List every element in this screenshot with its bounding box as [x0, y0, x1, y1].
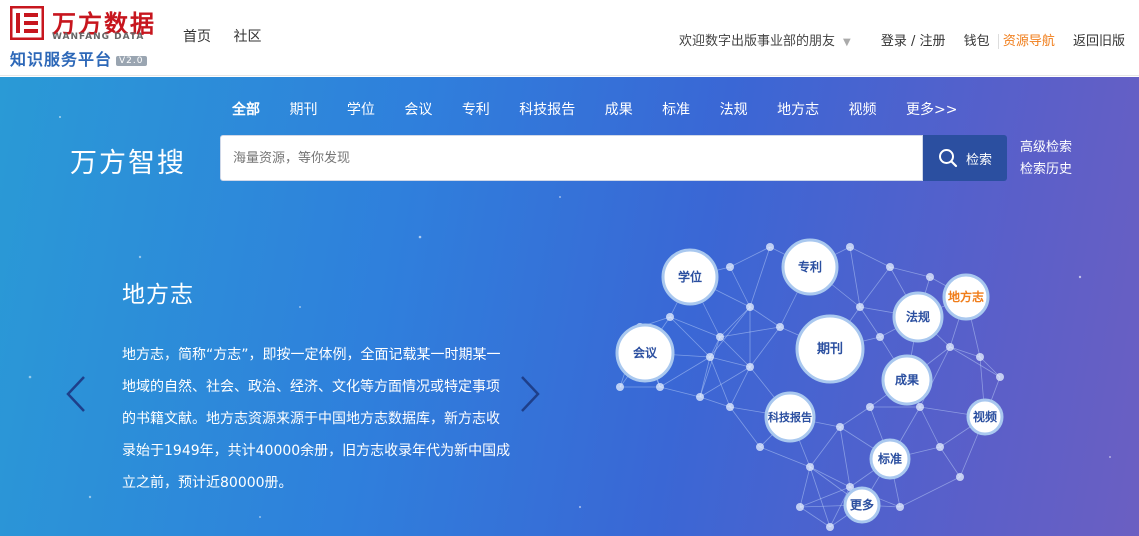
network-dot — [706, 353, 714, 361]
network-dot — [716, 333, 724, 341]
brain-node-regulation[interactable]: 法规 — [892, 291, 944, 343]
network-dot — [866, 403, 874, 411]
network-dot — [826, 523, 834, 531]
brain-node-tech-report[interactable]: 科技报告 — [764, 391, 816, 443]
brain-node-label: 地方志 — [948, 289, 984, 304]
version-badge: V2.0 — [116, 55, 147, 66]
advanced-search-link[interactable]: 高级检索 — [1020, 137, 1072, 159]
network-dot — [876, 333, 884, 341]
network-dot — [656, 383, 664, 391]
search-links: 高级检索 检索历史 — [1020, 137, 1072, 181]
network-dot — [946, 343, 954, 351]
brain-node-conference[interactable]: 会议 — [615, 323, 675, 383]
old-version-link[interactable]: 返回旧版 — [1073, 34, 1125, 49]
brain-node-video[interactable]: 视频 — [966, 398, 1004, 436]
search-box — [220, 135, 923, 181]
resource-nav-link[interactable]: 资源导航 — [997, 34, 1055, 49]
brain-node-label: 期刊 — [817, 342, 843, 357]
brain-node-label: 学位 — [678, 269, 702, 284]
brain-node-local-chronicle[interactable]: 地方志 — [942, 273, 990, 321]
brain-node-label: 视频 — [973, 409, 997, 424]
feature-title: 地方志 — [122, 282, 194, 308]
network-dot — [756, 443, 764, 451]
caret-down-icon: ▼ — [843, 37, 851, 48]
network-dot — [836, 423, 844, 431]
tab-more[interactable]: 更多>> — [906, 102, 957, 118]
network-dot — [776, 323, 784, 331]
network-dot — [796, 503, 804, 511]
network-dot — [806, 463, 814, 471]
tab-conference[interactable]: 会议 — [404, 102, 432, 118]
tab-journal[interactable]: 期刊 — [289, 102, 317, 118]
resource-brain-network: 学位 专利地方志法规会议 期刊成果科技报告 视频标准更多 — [615, 238, 1004, 531]
tab-all[interactable]: 全部 — [232, 102, 260, 118]
network-dot — [616, 383, 624, 391]
wanfang-logo-icon — [10, 6, 44, 40]
tab-tech-report[interactable]: 科技报告 — [519, 102, 575, 118]
tab-achievement[interactable]: 成果 — [605, 102, 633, 118]
network-dot — [746, 303, 754, 311]
brain-node-standard[interactable]: 标准 — [869, 438, 911, 480]
brain-node-label: 会议 — [633, 345, 658, 360]
tab-standard[interactable]: 标准 — [662, 102, 690, 118]
network-dot — [726, 263, 734, 271]
welcome-text: 欢迎数字出版事业部的朋友 — [679, 34, 836, 49]
search-icon — [938, 149, 958, 168]
nav-community[interactable]: 社区 — [233, 29, 261, 45]
chevron-right-icon[interactable] — [518, 374, 542, 414]
search-button[interactable]: 检索 — [923, 135, 1007, 181]
brain-node-label: 法规 — [906, 309, 930, 324]
network-dot — [936, 443, 944, 451]
network-dot — [956, 473, 964, 481]
tab-degree[interactable]: 学位 — [347, 102, 375, 118]
wallet-link[interactable]: 钱包 — [964, 34, 990, 49]
feature-description: 地方志，简称“方志”，即按一定体例，全面记载某一时期某一地域的自然、社会、政治、… — [122, 347, 511, 491]
brain-node-patent[interactable]: 专利 — [781, 238, 839, 296]
network-dot — [926, 273, 934, 281]
tab-regulation[interactable]: 法规 — [720, 102, 748, 118]
network-dot — [846, 243, 854, 251]
network-dot — [896, 503, 904, 511]
network-dot — [996, 373, 1004, 381]
network-dot — [726, 403, 734, 411]
network-dot — [746, 363, 754, 371]
top-nav: 首页 社区 — [183, 26, 279, 46]
brain-node-label: 成果 — [895, 372, 919, 387]
logo-english-name: WANFANG DATA — [52, 32, 145, 42]
network-dot — [766, 243, 774, 251]
network-dot — [696, 393, 704, 401]
search-history-link[interactable]: 检索历史 — [1020, 159, 1072, 181]
network-dot — [856, 303, 864, 311]
brain-node-label: 科技报告 — [768, 410, 812, 424]
search-banner: 全部 期刊 学位 会议 专利 科技报告 成果 标准 法规 地方志 视频 更多>>… — [0, 77, 1139, 536]
brain-node-label: 标准 — [877, 451, 902, 466]
category-tabs: 全部 期刊 学位 会议 专利 科技报告 成果 标准 法规 地方志 视频 更多>> — [232, 99, 982, 119]
login-register-link[interactable]: 登录 / 注册 — [881, 34, 946, 49]
search-button-label: 检索 — [965, 152, 992, 168]
user-toolbar: 欢迎数字出版事业部的朋友 ▼ 登录 / 注册 钱包 资源导航 返回旧版 — [665, 30, 1125, 49]
brain-node-degree[interactable]: 学位 — [661, 248, 719, 306]
tab-video[interactable]: 视频 — [849, 102, 877, 118]
top-header: 万方数据 WANFANG DATA 知识服务平台 V2.0 首页 社区 欢迎数字出… — [0, 0, 1139, 76]
network-dot — [886, 263, 894, 271]
brain-node-label: 专利 — [798, 259, 822, 274]
network-dot — [916, 403, 924, 411]
brain-node-achievement[interactable]: 成果 — [881, 354, 933, 406]
network-dot — [666, 313, 674, 321]
search-title: 万方智搜 — [70, 148, 186, 179]
tab-local-chronicle[interactable]: 地方志 — [777, 102, 819, 118]
brain-node-journal[interactable]: 期刊 — [795, 314, 865, 384]
network-dot — [976, 353, 984, 361]
brain-node-label: 更多 — [850, 497, 874, 512]
welcome-dropdown[interactable]: 欢迎数字出版事业部的朋友 ▼ — [679, 34, 851, 49]
brain-node-more[interactable]: 更多 — [843, 486, 881, 524]
platform-name: 知识服务平台 V2.0 — [10, 46, 147, 70]
tab-patent[interactable]: 专利 — [462, 102, 490, 118]
nav-home[interactable]: 首页 — [183, 29, 211, 45]
chevron-left-icon[interactable] — [64, 374, 88, 414]
search-input[interactable] — [221, 136, 922, 180]
wanfang-logo[interactable]: 万方数据 WANFANG DATA 知识服务平台 V2.0 — [10, 4, 170, 70]
